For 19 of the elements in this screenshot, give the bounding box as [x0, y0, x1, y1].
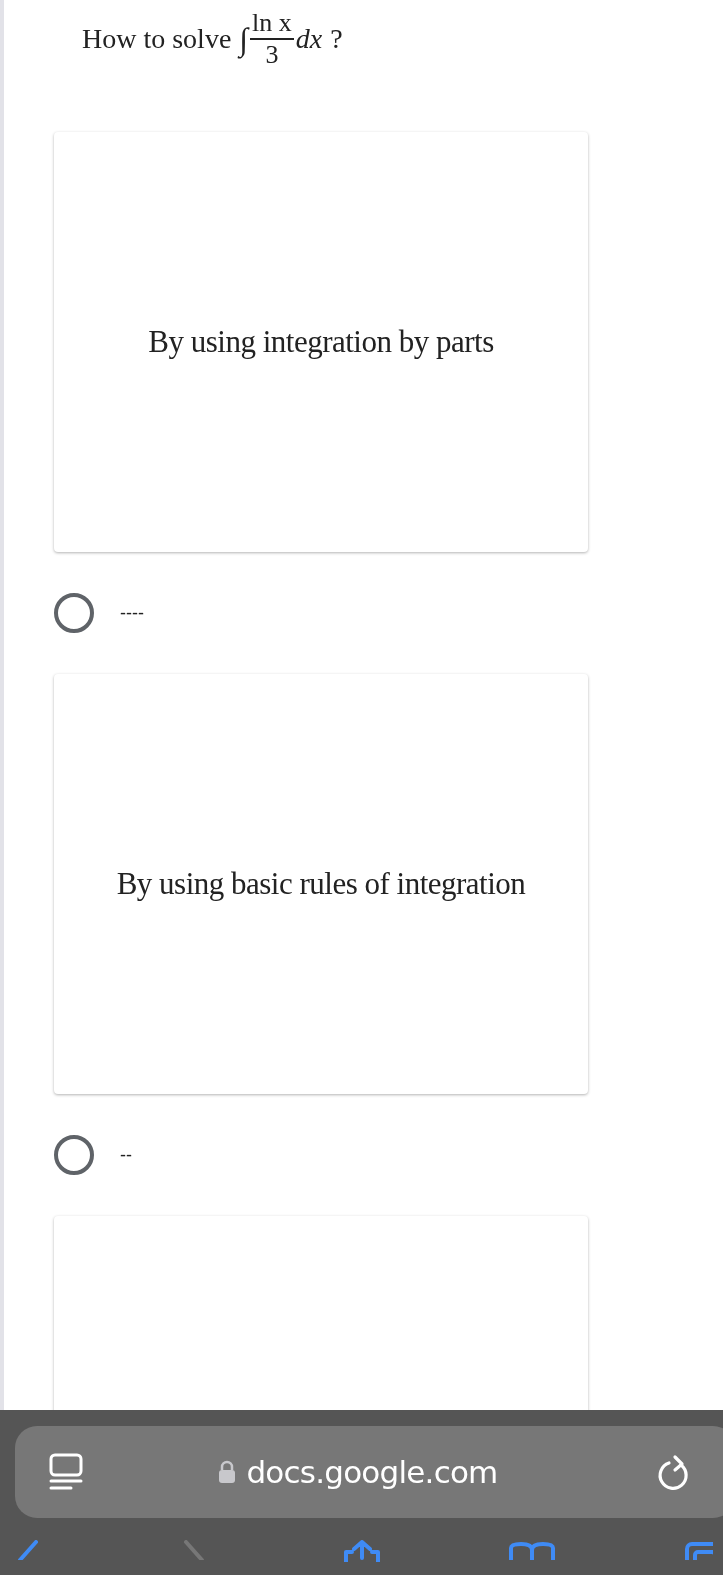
share-icon[interactable]: [341, 1540, 382, 1562]
address-bar[interactable]: docs.google.com: [15, 1426, 723, 1518]
integral-sign: ∫: [239, 20, 249, 61]
reader-icon[interactable]: [49, 1453, 83, 1491]
option-image-text: By using integration by parts: [148, 322, 494, 361]
radio-button[interactable]: [54, 1135, 94, 1175]
fraction-denominator: 3: [265, 40, 279, 70]
option-image-text: By using basic rules of integration: [116, 864, 526, 903]
differential: dx: [295, 22, 323, 56]
fraction-numerator: ln x: [250, 8, 294, 40]
question-mark: ?: [330, 22, 343, 56]
radio-button[interactable]: [54, 593, 94, 633]
tabs-icon[interactable]: [683, 1540, 713, 1560]
reload-icon[interactable]: [657, 1453, 691, 1491]
question-text: How to solve: [82, 22, 232, 56]
bookmarks-icon[interactable]: [507, 1540, 558, 1560]
radio-label: ----: [120, 601, 144, 625]
radio-label: --: [120, 1143, 132, 1167]
url-text: docs.google.com: [246, 1452, 498, 1492]
